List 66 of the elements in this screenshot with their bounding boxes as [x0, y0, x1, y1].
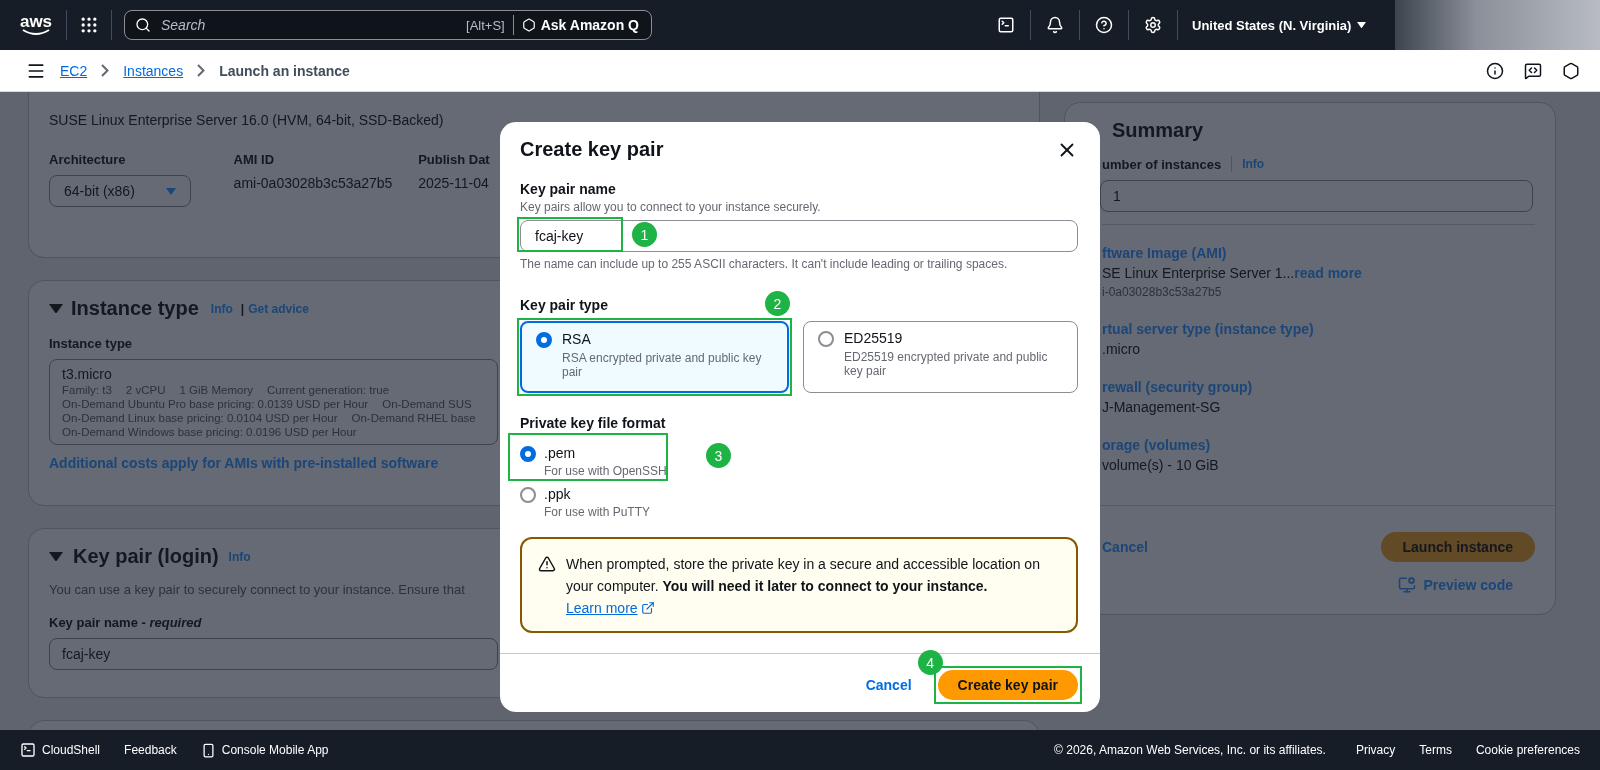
option-title: ED25519	[844, 330, 904, 346]
field-label: Key pair name - required	[49, 615, 203, 630]
option-title: RSA	[562, 331, 592, 347]
instance-detail: On-Demand Ubuntu Pro base pricing: 0.0139 USD per Hour	[62, 398, 369, 410]
field-label: Private key file format	[520, 415, 666, 431]
summary-value: J-Management-SG	[1102, 399, 1221, 415]
field-value: 2025-11-04	[418, 175, 490, 191]
instance-detail: On-Demand Windows base pricing: 0.0196 USD per Hour	[62, 426, 357, 438]
alert-message: When prompted, store the private key in a secure and accessible location on your computer. You will need it later to connect to your instance. Learn more	[566, 553, 1056, 619]
cancel-link[interactable]: Cancel	[865, 677, 912, 693]
key-type-option[interactable]: ED25519 ED25519 encrypted private and public key pair	[803, 321, 1078, 393]
instance-detail: Family: t3	[62, 384, 112, 396]
footer-link[interactable]: Feedback	[124, 743, 177, 757]
dialog-title: Create key pair	[520, 138, 664, 161]
copyright: © 2026, Amazon Web Services, Inc. or its affiliates.	[1054, 743, 1326, 757]
field-hint: The name can include up to 255 ASCII characters. It can't include leading or trailing spaces.	[520, 257, 1009, 271]
section-description: You can use a key pair to securely connect to your instance. Ensure that	[49, 582, 466, 597]
section-title: Key pair (login)	[73, 545, 219, 568]
assistant-button[interactable]: Ask Amazon Q	[512, 15, 647, 35]
footer-link[interactable]: Console Mobile App	[200, 742, 329, 758]
option-title: .pem	[544, 445, 577, 461]
learn-more-link[interactable]: Learn more	[566, 597, 655, 619]
field-label: Key pair type	[520, 297, 608, 313]
shortcut-hint: [Alt+S]	[466, 17, 505, 33]
step-badge: 4	[917, 650, 943, 675]
search-field[interactable]: Search [Alt+S] Ask Amazon Q	[124, 10, 652, 40]
option-description: For use with PuTTY	[544, 505, 651, 519]
field-description: Key pairs allow you to connect to your instance securely.	[520, 200, 822, 214]
logo: aws	[18, 14, 54, 36]
instance-detail: Current generation: true	[266, 384, 390, 396]
summary-value: .micro	[1102, 341, 1141, 357]
breadcrumb-current: Launch an instance	[219, 62, 350, 79]
ami-name: SUSE Linux Enterprise Server 16.0 (HVM, 64-bit, SSD-Backed)	[49, 112, 445, 128]
field-label: Architecture	[49, 152, 127, 167]
option-description: For use with OpenSSH	[544, 464, 667, 478]
section-title: Instance type	[71, 297, 199, 320]
region-selector[interactable]: United States (N. Virginia)	[1186, 16, 1373, 34]
field-value: ami-0a03028b3c53a27b5	[233, 175, 394, 191]
breadcrumb-link[interactable]: EC2	[60, 62, 88, 79]
field-label: Instance type	[49, 336, 134, 351]
step-badge: 2	[765, 291, 790, 316]
option-title: .ppk	[544, 486, 572, 502]
instance-detail: On-Demand SUS	[382, 398, 472, 410]
field-label: Key pair name	[520, 181, 617, 197]
footer-link[interactable]: Cookie preferences	[1475, 743, 1580, 757]
instance-count-input[interactable]: 1	[1100, 180, 1533, 212]
summary-subtext: i-0a03028b3c53a27b5	[1102, 285, 1223, 299]
architecture-select[interactable]: 64-bit (x86)	[49, 175, 191, 207]
option-description: RSA encrypted private and public key pair	[562, 351, 763, 379]
footer-link[interactable]: CloudShell	[20, 742, 101, 758]
instance-detail: On-Demand RHEL base	[351, 412, 476, 424]
summary-value: volume(s) - 10 GiB	[1102, 457, 1219, 473]
key-pair-input[interactable]: fcaj-key	[49, 638, 498, 670]
key-type-option[interactable]: RSA RSA encrypted private and public key pair	[520, 321, 789, 393]
step-badge: 3	[706, 443, 731, 468]
field-label: Publish Dat	[418, 152, 491, 167]
field-label: umber of instances	[1102, 156, 1222, 172]
field-label: AMI ID	[233, 152, 276, 167]
breadcrumb-link[interactable]: Instances	[123, 62, 184, 79]
separator: |	[240, 301, 245, 316]
create-key-pair-button[interactable]: Create key pair	[937, 670, 1078, 700]
summary-title: Summary	[1112, 119, 1205, 142]
footer-link[interactable]: Terms	[1419, 743, 1452, 757]
option-description: ED25519 encrypted private and public key pair	[844, 350, 1049, 378]
summary-value: SE Linux Enterprise Server 1...	[1102, 265, 1295, 281]
footer-link[interactable]: Privacy	[1355, 743, 1396, 757]
